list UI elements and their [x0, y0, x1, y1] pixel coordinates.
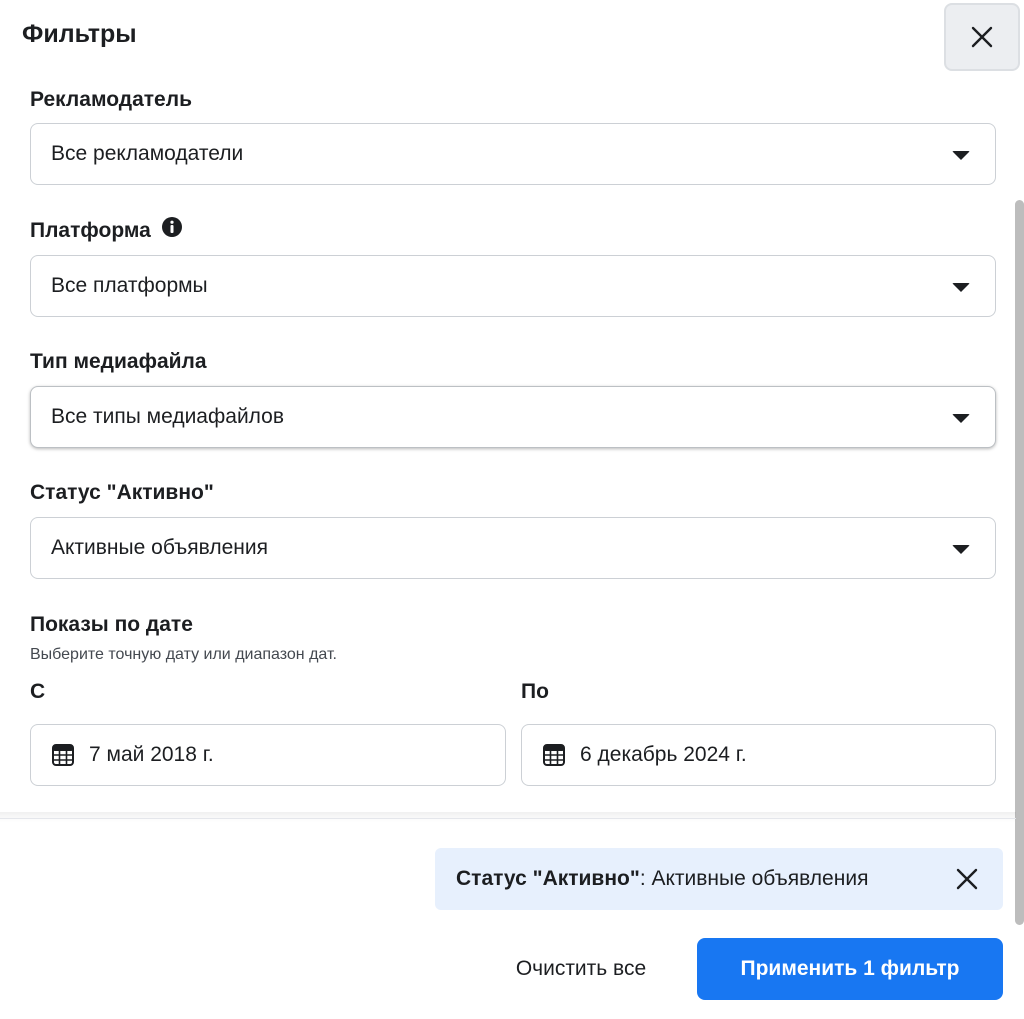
- clear-all-button[interactable]: Очистить все: [490, 938, 672, 1000]
- calendar-icon: [52, 744, 74, 766]
- date-range-hint: Выберите точную дату или диапазон дат.: [30, 646, 337, 663]
- date-to-value: 6 декабрь 2024 г.: [580, 743, 747, 766]
- calendar-icon: [543, 744, 565, 766]
- applied-filter-value: Активные объявления: [651, 867, 869, 890]
- caret-down-icon: [952, 151, 970, 160]
- applied-filter-chip: Статус "Активно": Активные объявления: [435, 848, 1003, 910]
- platform-label-text: Платформа: [30, 219, 151, 243]
- caret-down-icon: [952, 283, 970, 292]
- impressions-by-date-label: Показы по дате: [30, 613, 193, 636]
- footer-divider: [0, 818, 1016, 819]
- active-status-select[interactable]: Активные объявления: [30, 517, 996, 579]
- dialog-title: Фильтры: [22, 20, 137, 48]
- apply-filters-button[interactable]: Применить 1 фильтр: [697, 938, 1003, 1000]
- date-to-label: По: [521, 680, 549, 703]
- active-status-label: Статус "Активно": [30, 481, 214, 504]
- platform-label: Платформа: [30, 216, 183, 244]
- close-button[interactable]: [944, 3, 1020, 71]
- info-icon[interactable]: [161, 216, 183, 244]
- scrollbar[interactable]: [1015, 200, 1024, 925]
- advertiser-value: Все рекламодатели: [51, 142, 244, 165]
- applied-filter-text: Статус "Активно": Активные объявления: [456, 867, 868, 891]
- caret-down-icon: [952, 414, 970, 423]
- media-type-label: Тип медиафайла: [30, 350, 207, 373]
- advertiser-select[interactable]: Все рекламодатели: [30, 123, 996, 185]
- media-type-select[interactable]: Все типы медиафайлов: [30, 386, 996, 448]
- advertiser-label: Рекламодатель: [30, 88, 192, 111]
- date-from-input[interactable]: 7 май 2018 г.: [30, 724, 506, 786]
- remove-filter-button[interactable]: [955, 867, 979, 896]
- platform-value: Все платформы: [51, 274, 208, 297]
- close-icon: [971, 26, 993, 48]
- media-type-value: Все типы медиафайлов: [51, 405, 284, 428]
- caret-down-icon: [952, 545, 970, 554]
- date-to-input[interactable]: 6 декабрь 2024 г.: [521, 724, 996, 786]
- footer-shadow: [0, 812, 1016, 822]
- date-from-label: С: [30, 680, 46, 703]
- close-icon: [956, 868, 978, 890]
- date-from-value: 7 май 2018 г.: [89, 743, 214, 766]
- active-status-value: Активные объявления: [51, 536, 268, 559]
- applied-filter-name: Статус "Активно": [456, 867, 640, 890]
- platform-select[interactable]: Все платформы: [30, 255, 996, 317]
- applied-filter-separator: :: [639, 867, 652, 890]
